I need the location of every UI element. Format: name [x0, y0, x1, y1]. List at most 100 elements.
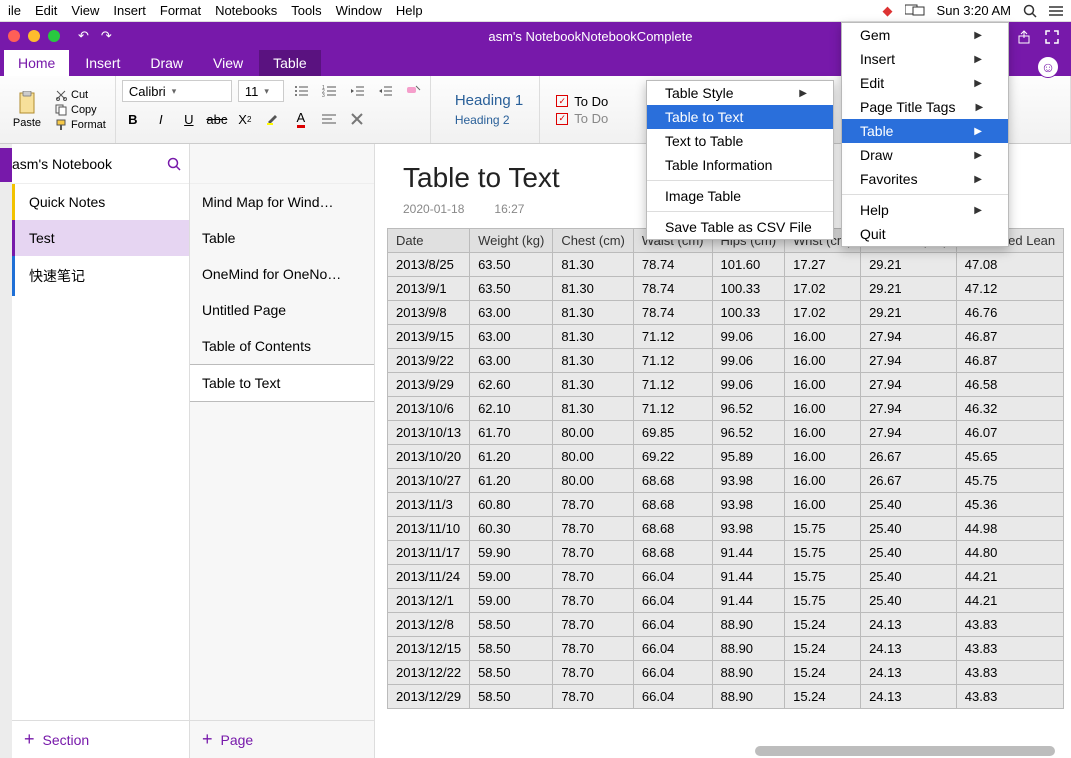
italic-icon[interactable]: I: [150, 108, 172, 130]
table-row[interactable]: 2013/10/2761.2080.0068.6893.9816.0026.67…: [388, 469, 1064, 493]
section-item[interactable]: Quick Notes: [12, 184, 189, 220]
table-row[interactable]: 2013/12/1558.5078.7066.0488.9015.2424.13…: [388, 637, 1064, 661]
delete-icon[interactable]: [346, 108, 368, 130]
outdent-icon[interactable]: [346, 80, 368, 102]
ribbon-tab-home[interactable]: Home: [4, 50, 69, 76]
section-item[interactable]: Test: [12, 220, 189, 256]
table-row[interactable]: 2013/11/2459.0078.7066.0491.4415.7525.40…: [388, 565, 1064, 589]
table-row[interactable]: 2013/10/662.1081.3071.1296.5216.0027.944…: [388, 397, 1064, 421]
redo-button[interactable]: ↷: [101, 28, 112, 44]
ribbon-tab-view[interactable]: View: [199, 50, 257, 76]
table-row[interactable]: 2013/9/2962.6081.3071.1299.0616.0027.944…: [388, 373, 1064, 397]
ribbon-tab-draw[interactable]: Draw: [136, 50, 197, 76]
menu-item[interactable]: Gem▶: [842, 23, 1008, 47]
menu-item[interactable]: Help▶: [842, 198, 1008, 222]
table-row[interactable]: 2013/12/2958.5078.7066.0488.9015.2424.13…: [388, 685, 1064, 709]
feedback-smiley-icon[interactable]: ☺: [1037, 56, 1059, 78]
page-item[interactable]: Untitled Page: [190, 292, 374, 328]
table-row[interactable]: 2013/12/858.5078.7066.0488.9015.2424.134…: [388, 613, 1064, 637]
menu-item[interactable]: Edit▶: [842, 71, 1008, 95]
table-row[interactable]: 2013/9/163.5081.3078.74100.3317.0229.214…: [388, 277, 1064, 301]
highlight-icon[interactable]: [262, 108, 284, 130]
table-header[interactable]: Date: [388, 229, 470, 253]
pages-panel: Mind Map for Wind…TableOneMind for OneNo…: [190, 144, 375, 758]
clear-formatting-icon[interactable]: [402, 80, 424, 102]
table-row[interactable]: 2013/9/2263.0081.3071.1299.0616.0027.944…: [388, 349, 1064, 373]
menu-item[interactable]: Save Table as CSV File: [647, 215, 833, 239]
add-section-button[interactable]: +Section: [12, 720, 189, 758]
gem-menubar-icon[interactable]: ◆: [883, 3, 893, 19]
menubar-item[interactable]: View: [71, 3, 99, 18]
notebook-tabs-bar[interactable]: [0, 144, 12, 758]
page-item[interactable]: Table: [190, 220, 374, 256]
menu-item[interactable]: Draw▶: [842, 143, 1008, 167]
menubar-item[interactable]: Format: [160, 3, 201, 18]
displays-icon[interactable]: [905, 4, 925, 17]
menubar-item[interactable]: Edit: [35, 3, 57, 18]
menubar-item[interactable]: Window: [336, 3, 382, 18]
menu-item[interactable]: Insert▶: [842, 47, 1008, 71]
menubar-item[interactable]: Help: [396, 3, 423, 18]
search-icon[interactable]: [167, 157, 181, 171]
table-submenu: Table Style▶Table to TextText to TableTa…: [646, 80, 834, 240]
font-size-combo[interactable]: 11▾: [238, 80, 284, 102]
data-table[interactable]: DateWeight (kg)Chest (cm)Waist (cm)Hips …: [387, 228, 1064, 709]
subscript-icon[interactable]: X2: [234, 108, 256, 130]
table-header[interactable]: Chest (cm): [553, 229, 634, 253]
strikethrough-icon[interactable]: abc: [206, 108, 228, 130]
menubar-item[interactable]: ile: [8, 3, 21, 18]
share-icon[interactable]: [1017, 30, 1031, 44]
table-row[interactable]: 2013/12/159.0078.7066.0491.4415.7525.404…: [388, 589, 1064, 613]
table-row[interactable]: 2013/9/1563.0081.3071.1299.0616.0027.944…: [388, 325, 1064, 349]
fullscreen-icon[interactable]: [1045, 30, 1059, 44]
horizontal-scrollbar[interactable]: [755, 746, 1055, 756]
undo-button[interactable]: ↶: [78, 28, 89, 44]
menu-item[interactable]: Table Information: [647, 153, 833, 177]
table-row[interactable]: 2013/11/360.8078.7068.6893.9816.0025.404…: [388, 493, 1064, 517]
page-item[interactable]: Table of Contents: [190, 328, 374, 364]
indent-icon[interactable]: [374, 80, 396, 102]
page-item[interactable]: Table to Text: [190, 364, 374, 402]
menu-item[interactable]: Table Style▶: [647, 81, 833, 105]
spotlight-icon[interactable]: [1023, 4, 1037, 18]
table-row[interactable]: 2013/11/1759.9078.7068.6891.4415.7525.40…: [388, 541, 1064, 565]
page-item[interactable]: OneMind for OneNo…: [190, 256, 374, 292]
bold-icon[interactable]: B: [122, 108, 144, 130]
menu-item[interactable]: Image Table: [647, 184, 833, 208]
table-row[interactable]: 2013/11/1060.3078.7068.6893.9815.7525.40…: [388, 517, 1064, 541]
notebook-name[interactable]: asm's Notebook: [12, 156, 112, 172]
menu-item[interactable]: Table to Text: [647, 105, 833, 129]
copy-button[interactable]: Copy: [52, 103, 109, 117]
menu-item[interactable]: Text to Table: [647, 129, 833, 153]
traffic-lights[interactable]: [8, 30, 60, 42]
table-row[interactable]: 2013/10/1361.7080.0069.8596.5216.0027.94…: [388, 421, 1064, 445]
ribbon-tab-table[interactable]: Table: [259, 50, 320, 76]
table-row[interactable]: 2013/8/2563.5081.3078.74101.6017.2729.21…: [388, 253, 1064, 277]
font-family-combo[interactable]: Calibri▾: [122, 80, 232, 102]
bullets-icon[interactable]: [290, 80, 312, 102]
section-item[interactable]: 快速笔记: [12, 256, 189, 296]
font-color-icon[interactable]: A: [290, 108, 312, 130]
menu-item[interactable]: Favorites▶: [842, 167, 1008, 191]
menu-item[interactable]: Quit: [842, 222, 1008, 246]
table-header[interactable]: Weight (kg): [470, 229, 553, 253]
menu-item[interactable]: Page Title Tags▶: [842, 95, 1008, 119]
numbering-icon[interactable]: 123: [318, 80, 340, 102]
align-icon[interactable]: [318, 108, 340, 130]
add-page-button[interactable]: +Page: [190, 720, 374, 758]
paste-button[interactable]: Paste: [6, 91, 48, 129]
format-painter-button[interactable]: Format: [52, 118, 109, 132]
menubar-item[interactable]: Notebooks: [215, 3, 277, 18]
underline-icon[interactable]: U: [178, 108, 200, 130]
styles-gallery[interactable]: Heading 1 Heading 2: [437, 90, 533, 129]
cut-button[interactable]: Cut: [52, 88, 109, 102]
table-row[interactable]: 2013/12/2258.5078.7066.0488.9015.2424.13…: [388, 661, 1064, 685]
menu-icon[interactable]: [1049, 5, 1063, 17]
table-row[interactable]: 2013/10/2061.2080.0069.2295.8916.0026.67…: [388, 445, 1064, 469]
page-item[interactable]: Mind Map for Wind…: [190, 184, 374, 220]
menu-item[interactable]: Table▶: [842, 119, 1008, 143]
table-row[interactable]: 2013/9/863.0081.3078.74100.3317.0229.214…: [388, 301, 1064, 325]
menubar-item[interactable]: Tools: [291, 3, 321, 18]
menubar-item[interactable]: Insert: [113, 3, 146, 18]
ribbon-tab-insert[interactable]: Insert: [71, 50, 134, 76]
